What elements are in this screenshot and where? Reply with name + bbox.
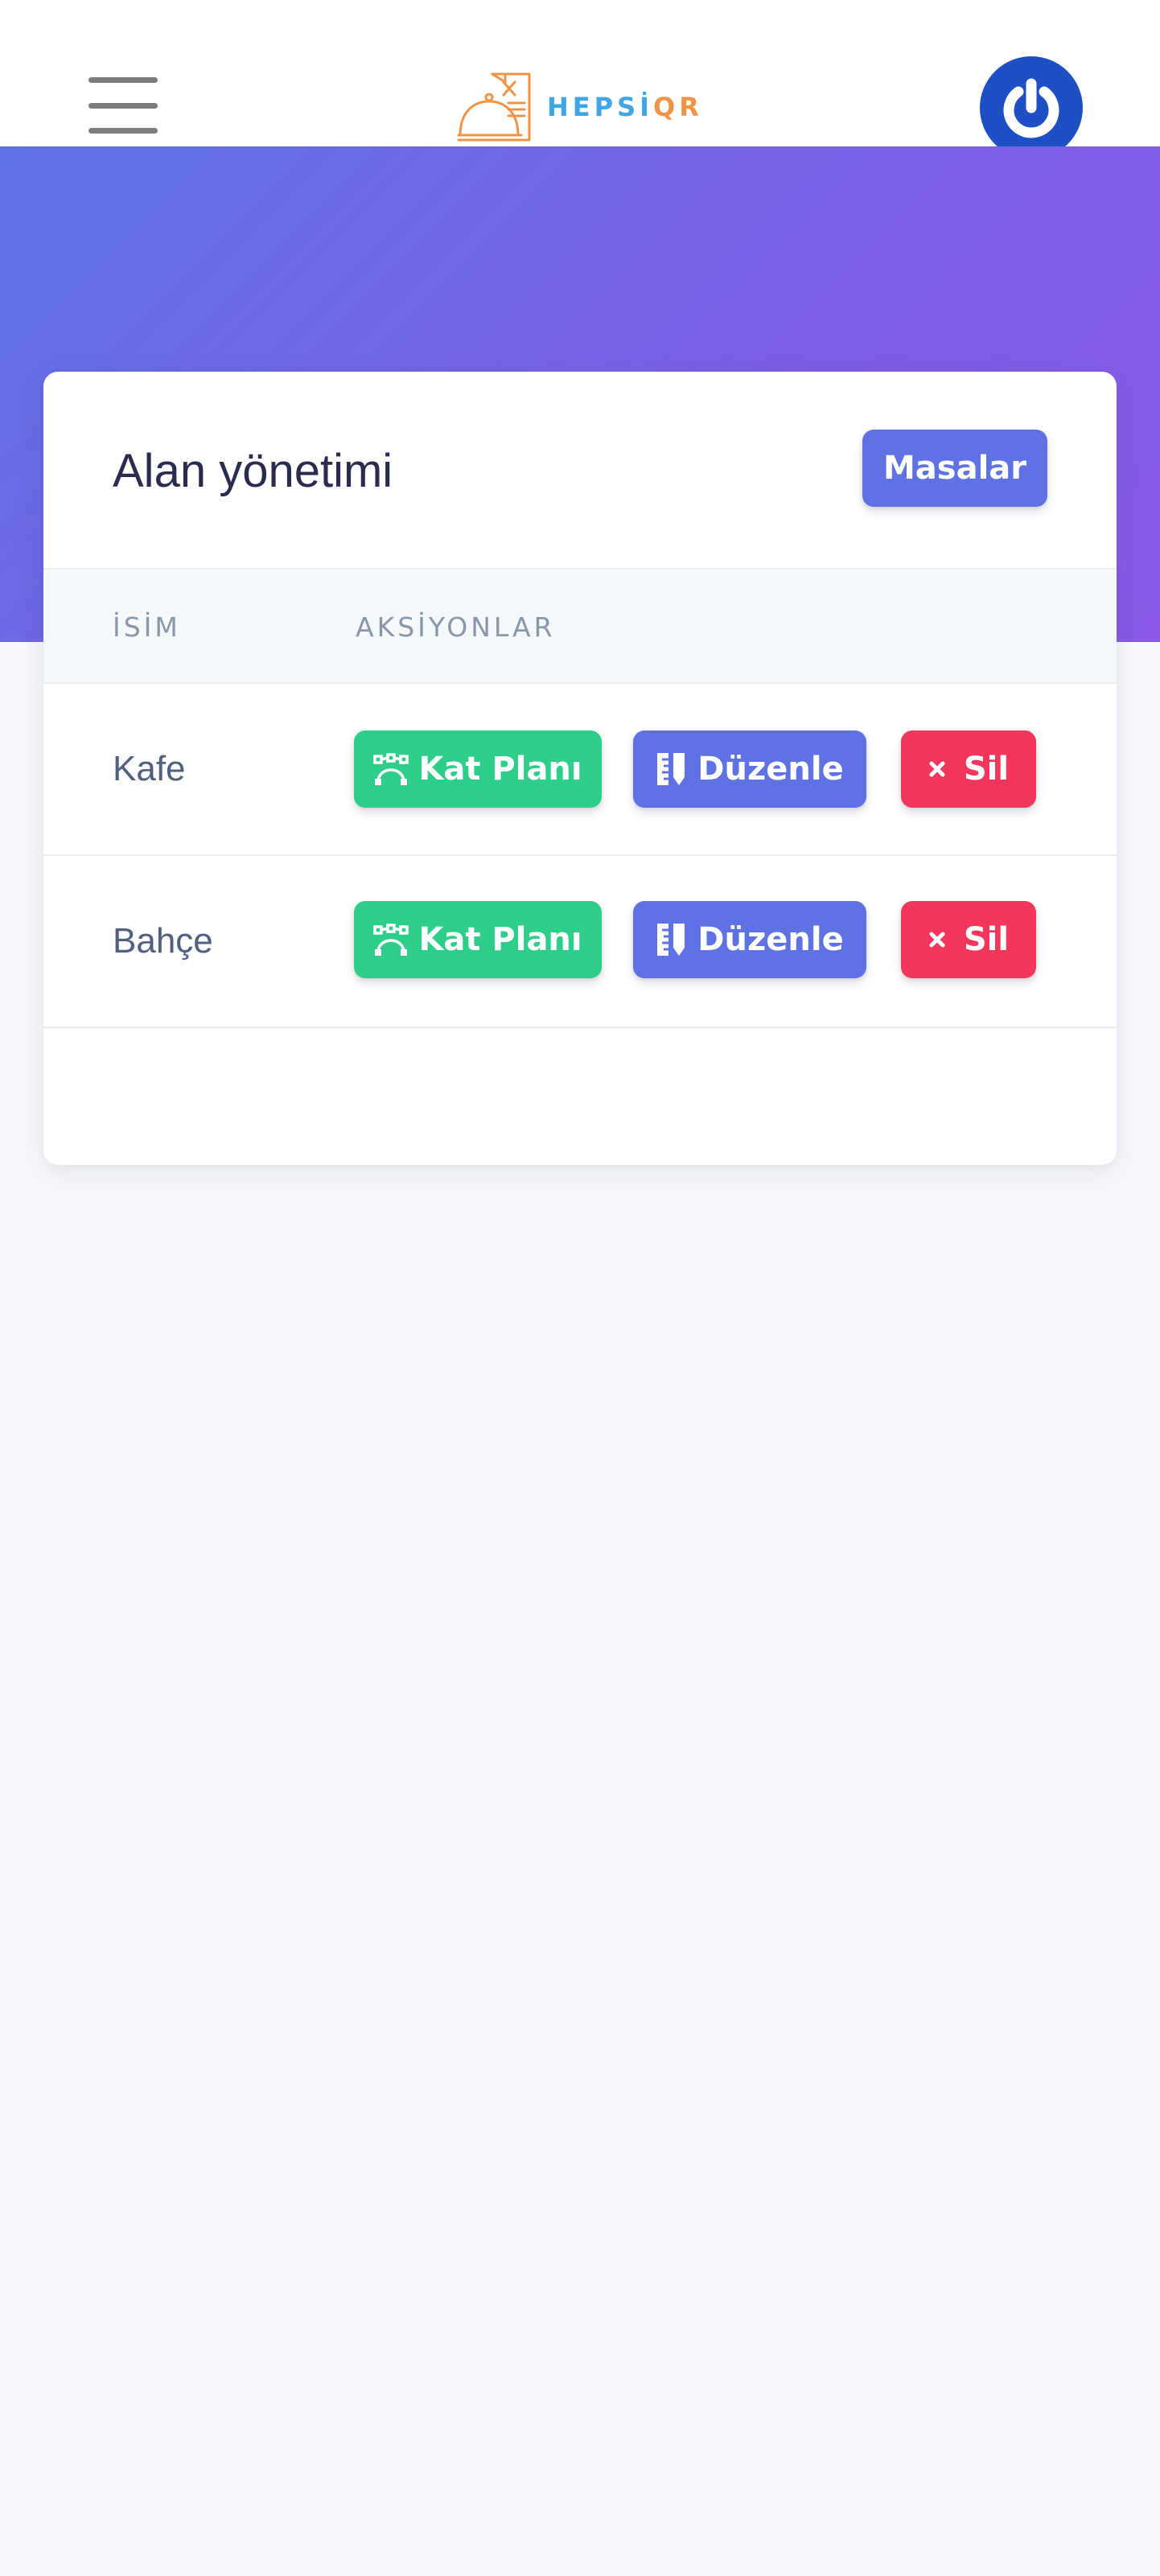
edit-button[interactable]: Düzenle bbox=[633, 730, 866, 808]
logo-cloche-icon bbox=[457, 72, 531, 142]
hamburger-line bbox=[88, 77, 158, 83]
table-row: Kafe Kat Planı Düzenle Sil bbox=[43, 684, 1117, 856]
page-title: Alan yönetimi bbox=[113, 445, 393, 497]
vector-curve-icon bbox=[373, 753, 409, 785]
close-icon bbox=[928, 931, 946, 949]
tables-button[interactable]: Masalar bbox=[862, 430, 1047, 507]
floor-plan-label: Kat Planı bbox=[418, 751, 582, 788]
area-name: Kafe bbox=[113, 749, 186, 788]
logo-text-part1: HEPSİ bbox=[547, 92, 654, 122]
delete-button[interactable]: Sil bbox=[901, 730, 1036, 808]
close-icon bbox=[928, 760, 946, 778]
hamburger-menu-icon[interactable] bbox=[88, 77, 158, 134]
edit-button[interactable]: Düzenle bbox=[633, 901, 866, 978]
table-row: Bahçe Kat Planı Düzenle Sil bbox=[43, 856, 1117, 1028]
edit-label: Düzenle bbox=[697, 921, 844, 958]
power-icon bbox=[1003, 78, 1059, 138]
ruler-pencil-icon bbox=[656, 922, 688, 957]
column-header-name: İSİM bbox=[113, 611, 181, 643]
ruler-pencil-icon bbox=[656, 751, 688, 787]
hamburger-line bbox=[88, 128, 158, 134]
delete-button[interactable]: Sil bbox=[901, 901, 1036, 978]
card-header: Alan yönetimi Masalar bbox=[43, 372, 1117, 570]
floor-plan-button[interactable]: Kat Planı bbox=[354, 901, 602, 978]
edit-label: Düzenle bbox=[697, 751, 844, 788]
logo-text-part2: QR bbox=[653, 92, 703, 122]
area-name: Bahçe bbox=[113, 921, 213, 961]
vector-curve-icon bbox=[373, 924, 409, 956]
area-management-card: Alan yönetimi Masalar İSİM AKSİYONLAR Ka… bbox=[43, 372, 1117, 1165]
power-button[interactable] bbox=[980, 56, 1083, 159]
floor-plan-label: Kat Planı bbox=[418, 921, 582, 958]
delete-label: Sil bbox=[963, 921, 1010, 958]
hamburger-line bbox=[88, 103, 158, 109]
floor-plan-button[interactable]: Kat Planı bbox=[354, 730, 602, 808]
column-header-actions: AKSİYONLAR bbox=[356, 611, 556, 643]
logo-text: HEPSİQR bbox=[547, 92, 703, 122]
table-header: İSİM AKSİYONLAR bbox=[43, 570, 1117, 684]
delete-label: Sil bbox=[963, 751, 1010, 788]
brand-logo[interactable]: HEPSİQR bbox=[457, 71, 703, 143]
top-navbar: HEPSİQR bbox=[0, 0, 1160, 159]
